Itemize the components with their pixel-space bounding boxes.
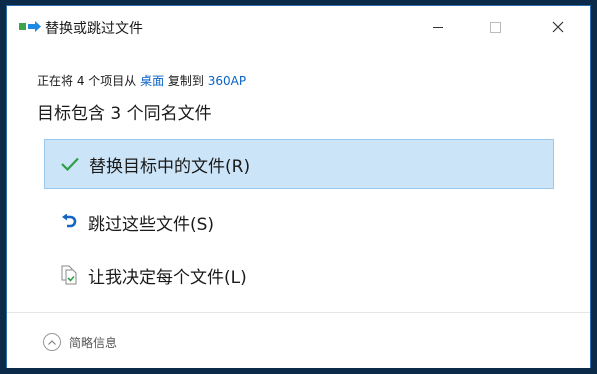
decide-each-file-option[interactable]: 让我决定每个文件(L) [44,250,554,300]
close-button[interactable] [535,12,581,42]
conflict-headline: 目标包含 3 个同名文件 [37,104,212,124]
chevron-up-icon [43,333,61,351]
replace-skip-dialog: 替换或跳过文件 正在将 4 个项目从 桌面 复制到 360AP 目标包含 3 个… [6,5,591,368]
title-bar: 替换或跳过文件 [7,6,590,47]
skip-files-label: 跳过这些文件(S) [88,214,215,235]
dialog-footer: 简略信息 [7,312,590,368]
window-title: 替换或跳过文件 [45,21,143,37]
progress-prefix: 正在将 4 个项目从 [37,74,141,88]
maximize-button[interactable] [472,12,518,42]
destination-folder-link[interactable]: 360AP [208,74,246,88]
file-compare-icon [58,264,80,286]
skip-files-option[interactable]: 跳过这些文件(S) [44,197,554,247]
minimize-icon [433,26,443,28]
decide-each-file-label: 让我决定每个文件(L) [88,267,247,288]
checkmark-icon [59,153,81,175]
copy-files-icon [19,21,41,33]
maximize-icon [489,21,501,33]
brief-info-toggle[interactable]: 简略信息 [43,333,117,351]
undo-arrow-icon [58,211,80,233]
progress-description: 正在将 4 个项目从 桌面 复制到 360AP [37,72,246,89]
progress-middle: 复制到 [164,74,208,88]
replace-files-label: 替换目标中的文件(R) [89,156,251,177]
replace-files-option[interactable]: 替换目标中的文件(R) [44,139,554,189]
source-folder-link[interactable]: 桌面 [140,74,164,88]
brief-info-label: 简略信息 [69,335,118,350]
close-icon [552,21,564,33]
minimize-button[interactable] [415,12,461,42]
